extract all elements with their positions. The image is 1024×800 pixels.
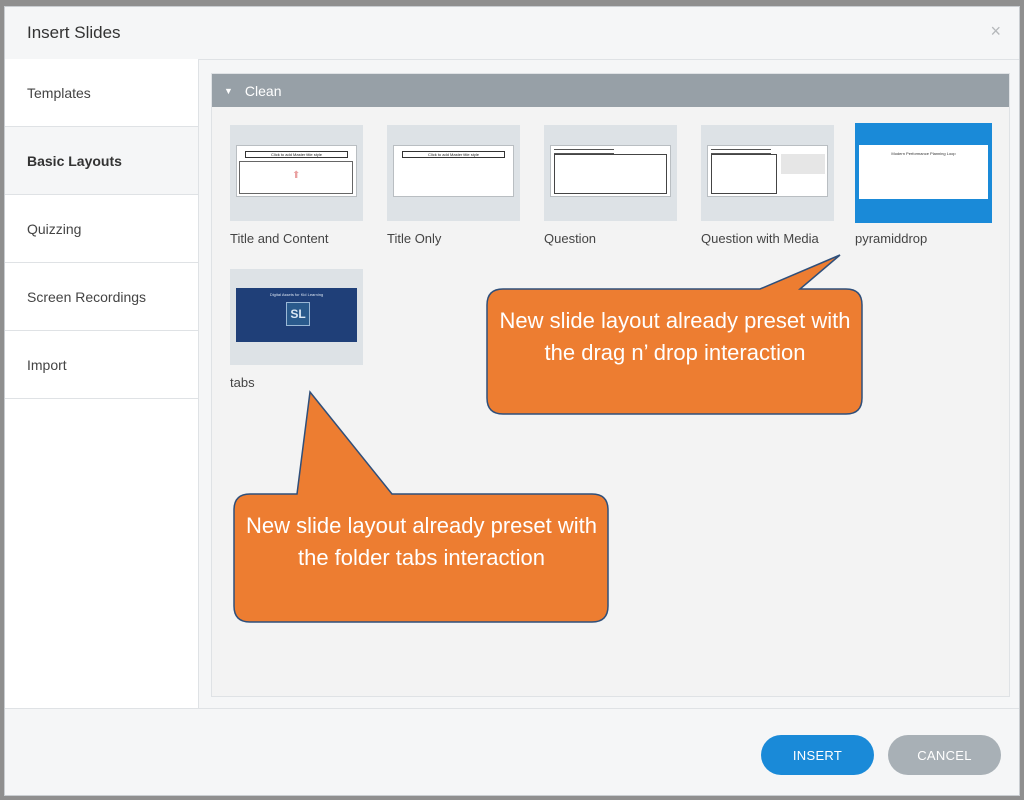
callout-folder-tabs-shape [233,390,609,623]
callout-shapes [233,254,863,623]
callout-drag-drop-text: New slide layout already preset with the… [499,308,851,365]
callout-folder-tabs-text: New slide layout already preset with the… [246,513,597,570]
